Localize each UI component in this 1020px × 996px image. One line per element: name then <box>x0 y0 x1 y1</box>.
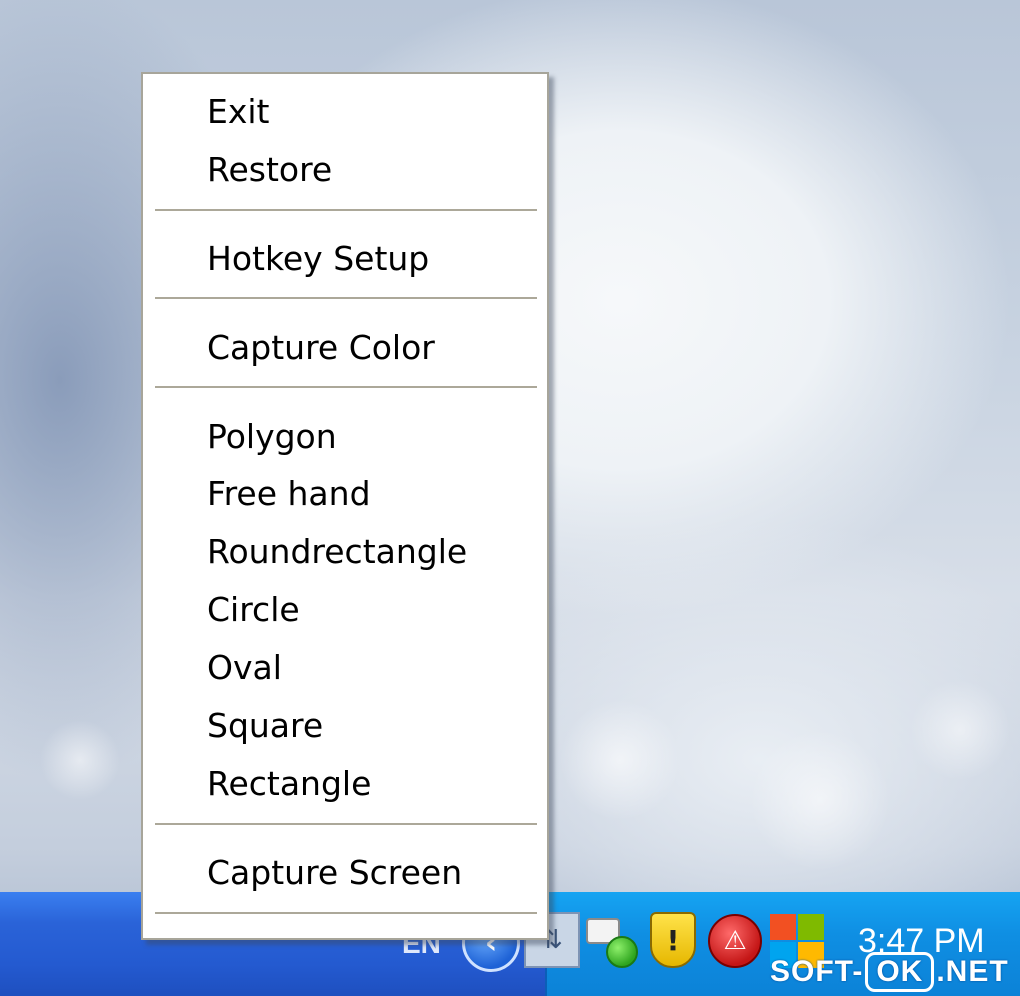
menu-item-exit[interactable]: Exit <box>143 82 547 140</box>
messenger-icon[interactable] <box>586 914 642 970</box>
menu-item-square[interactable]: Square <box>143 696 547 754</box>
watermark-prefix: SOFT- <box>770 955 864 988</box>
watermark: SOFT- OK .NET <box>770 952 1009 992</box>
menu-item-restore[interactable]: Restore <box>143 140 547 198</box>
menu-item-hotkey-setup[interactable]: Hotkey Setup <box>143 229 547 287</box>
menu-separator <box>155 297 537 300</box>
watermark-suffix: .NET <box>936 955 1009 988</box>
menu-separator <box>155 209 537 212</box>
menu-item-roundrectangle[interactable]: Roundrectangle <box>143 522 547 580</box>
menu-item-circle[interactable]: Circle <box>143 580 547 638</box>
watermark-boxed: OK <box>865 952 935 992</box>
menu-item-rectangle[interactable]: Rectangle <box>143 754 547 812</box>
menu-separator <box>155 823 537 826</box>
security-shield-icon[interactable]: ! <box>650 912 696 968</box>
menu-item-capture-screen[interactable]: Capture Screen <box>143 843 547 901</box>
menu-item-free-hand[interactable]: Free hand <box>143 464 547 522</box>
menu-item-oval[interactable]: Oval <box>143 638 547 696</box>
context-menu: Exit Restore Hotkey Setup Capture Color … <box>141 72 549 940</box>
menu-separator <box>155 912 537 915</box>
menu-separator <box>155 386 537 389</box>
menu-item-capture-color[interactable]: Capture Color <box>143 318 547 376</box>
menu-item-polygon[interactable]: Polygon <box>143 407 547 465</box>
alert-icon[interactable]: ⚠ <box>708 914 762 968</box>
